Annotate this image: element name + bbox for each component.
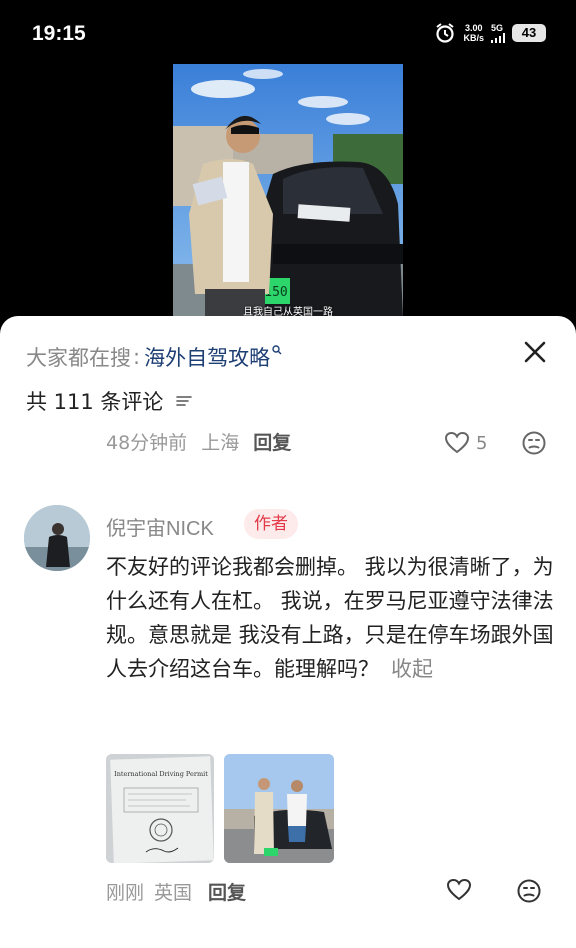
comment-body: 不友好的评论我都会删掉。 我以为很清晰了，为什么还有人在杠。 我说，在罗马尼亚遵…	[106, 550, 558, 686]
author-name[interactable]: 倪宇宙NICK	[106, 512, 214, 541]
video-preview[interactable]: 150 且我自己从英国一路	[173, 64, 403, 318]
status-icons: 3.00 KB/s 5G 43	[434, 22, 546, 44]
dislike-emoji-icon[interactable]	[521, 430, 547, 456]
signal-icon	[491, 33, 505, 43]
permit-title: International Driving Permit	[114, 770, 208, 778]
comment-sheet: 大家都在搜 : 海外自驾攻略 共 111 条评论 48分钟前 上海 回复 5 倪…	[0, 316, 576, 948]
previous-reply-button[interactable]: 回复	[253, 428, 291, 455]
trending-search-term[interactable]: 海外自驾攻略	[144, 342, 270, 372]
previous-like-count: 5	[476, 432, 488, 454]
comment-image-photo[interactable]	[224, 754, 334, 863]
battery-icon: 43	[512, 24, 546, 42]
trending-search-colon: :	[133, 345, 141, 369]
network-speed-unit: KB/s	[463, 33, 484, 43]
status-time: 19:15	[32, 22, 86, 45]
collapse-button[interactable]: 收起	[391, 657, 433, 681]
comment-time: 刚刚	[106, 882, 145, 904]
comment-location: 英国	[154, 882, 193, 904]
comments-count: 共 111 条评论	[26, 386, 193, 416]
comment-meta: 刚刚 英国 回复	[106, 878, 246, 905]
avatar[interactable]	[24, 505, 90, 571]
sort-icon[interactable]	[175, 394, 193, 408]
previous-comment-time: 48分钟前	[106, 432, 188, 454]
reply-button[interactable]: 回复	[208, 878, 246, 905]
search-icon	[272, 345, 282, 355]
heart-icon[interactable]	[444, 431, 470, 455]
heart-icon[interactable]	[446, 878, 472, 902]
previous-comment-location: 上海	[201, 432, 240, 454]
close-icon[interactable]	[521, 338, 549, 366]
network-type: 5G	[491, 23, 504, 33]
network-speed-value: 3.00	[464, 23, 483, 33]
network-indicator: 5G	[491, 23, 505, 43]
network-speed: 3.00 KB/s	[463, 23, 484, 43]
battery-level: 43	[521, 25, 537, 40]
comment-image-permit[interactable]: International Driving Permit	[106, 754, 214, 863]
status-bar: 19:15 3.00 KB/s 5G 43	[0, 0, 576, 64]
trending-search-prefix: 大家都在搜	[26, 346, 131, 370]
dislike-emoji-icon[interactable]	[516, 878, 542, 904]
previous-comment-meta: 48分钟前 上海 回复	[106, 428, 291, 455]
author-badge: 作者	[244, 509, 298, 539]
previous-comment-actions: 5	[444, 430, 547, 456]
alarm-icon	[436, 23, 455, 43]
comments-count-text: 共 111 条评论	[26, 390, 164, 414]
comment-divider	[0, 480, 576, 488]
trending-search[interactable]: 大家都在搜 : 海外自驾攻略	[26, 342, 282, 372]
video-frame-image: 150	[173, 64, 403, 318]
comment-text: 不友好的评论我都会删掉。 我以为很清晰了，为什么还有人在杠。 我说，在罗马尼亚遵…	[106, 555, 554, 681]
